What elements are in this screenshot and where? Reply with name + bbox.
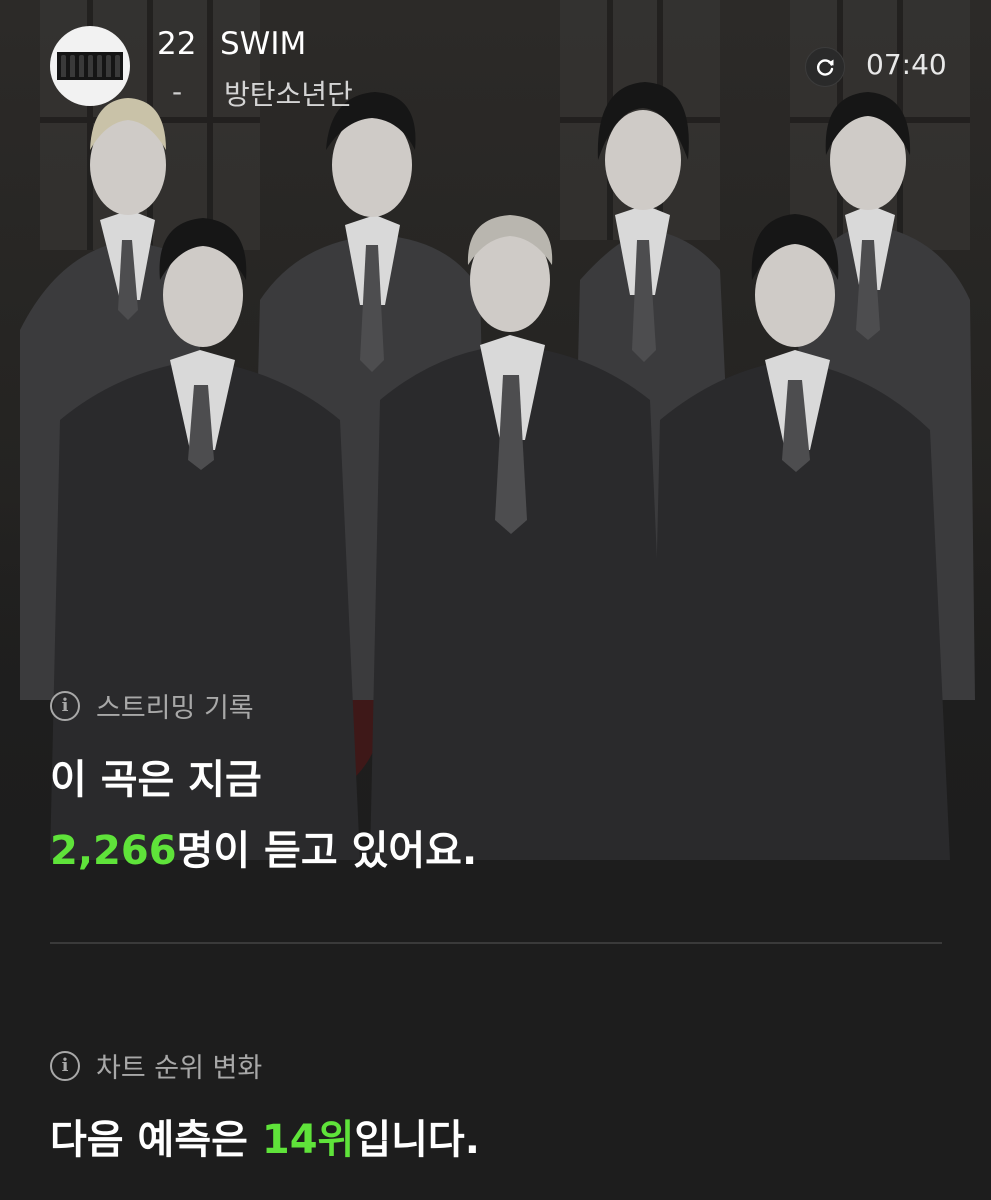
artist-name[interactable]: 방탄소년단 bbox=[224, 73, 353, 113]
section-divider bbox=[50, 942, 942, 944]
streaming-line-2: 2,266명이 듣고 있어요. bbox=[50, 818, 477, 876]
now-playing-header: 22 SWIM - 방탄소년단 07:40 bbox=[0, 0, 991, 120]
info-icon[interactable]: i bbox=[50, 1050, 80, 1081]
update-time: 07:40 bbox=[866, 48, 947, 81]
prediction-suffix: 입니다. bbox=[354, 1117, 480, 1163]
listener-suffix: 명이 듣고 있어요. bbox=[176, 828, 478, 874]
streaming-line-1: 이 곡은 지금 bbox=[50, 757, 262, 803]
streaming-section-label: i 스트리밍 기록 bbox=[50, 686, 254, 725]
album-thumbnail[interactable] bbox=[50, 26, 130, 106]
track-title[interactable]: SWIM bbox=[220, 26, 306, 62]
chart-prediction: 다음 예측은 14위입니다. bbox=[50, 1107, 480, 1165]
predicted-rank: 14위 bbox=[261, 1117, 355, 1163]
info-icon[interactable]: i bbox=[50, 690, 80, 721]
group-photo-illustration bbox=[20, 0, 975, 860]
refresh-icon bbox=[817, 59, 834, 76]
listener-count: 2,266 bbox=[50, 828, 177, 874]
track-number: 22 bbox=[157, 26, 197, 62]
screen: 22 SWIM - 방탄소년단 07:40 i 스트리밍 기록 이 곡은 지금 … bbox=[0, 0, 991, 1200]
prediction-prefix: 다음 예측은 bbox=[50, 1117, 262, 1163]
chart-label-text: 차트 순위 변화 bbox=[96, 1053, 263, 1084]
separator: - bbox=[172, 75, 183, 108]
streaming-label-text: 스트리밍 기록 bbox=[96, 693, 254, 724]
album-thumbnail-image bbox=[57, 52, 123, 80]
refresh-button[interactable] bbox=[805, 47, 845, 87]
hero-photo bbox=[0, 0, 991, 860]
chart-section-label: i 차트 순위 변화 bbox=[50, 1046, 262, 1085]
